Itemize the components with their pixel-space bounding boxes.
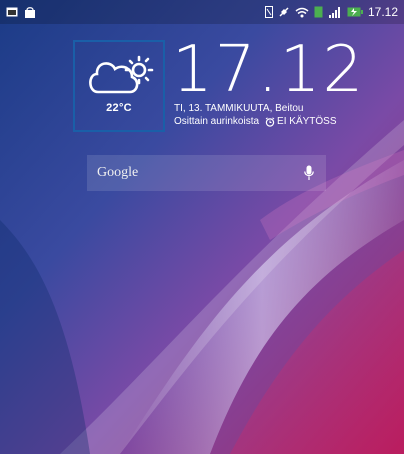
partly-sunny-icon [89, 55, 154, 94]
mic-icon[interactable] [304, 165, 314, 181]
status-time: 17.12 [367, 5, 398, 19]
weather-condition-row: Osittain aurinkoista EI KÄYTÖSS [174, 116, 337, 127]
weather-widget[interactable]: 22°C [73, 40, 165, 132]
signal-icon [328, 7, 340, 18]
alarm-label: EI KÄYTÖSS [277, 116, 337, 127]
alarm-icon [265, 116, 275, 127]
no-sound-icon [279, 7, 289, 17]
clock-time[interactable]: 17.12 [172, 34, 365, 106]
screenshot-icon [6, 7, 18, 17]
battery-charging-icon [347, 7, 363, 17]
wifi-icon [295, 7, 309, 17]
google-label: Google [97, 165, 139, 180]
clock-time-text: 17.12 [172, 33, 366, 107]
weather-condition: Osittain aurinkoista [174, 116, 260, 127]
google-search-bar[interactable]: Google [87, 155, 326, 191]
sim-icon [314, 6, 323, 18]
date-location: TI, 13. TAMMIKUUTA, Beitou [174, 103, 304, 114]
temperature: 22°C [106, 102, 132, 114]
alarm-status[interactable]: EI KÄYTÖSS [265, 116, 337, 127]
status-bar: 17.12 [0, 0, 404, 24]
bag-icon [25, 6, 35, 18]
nfc-icon [264, 6, 273, 18]
